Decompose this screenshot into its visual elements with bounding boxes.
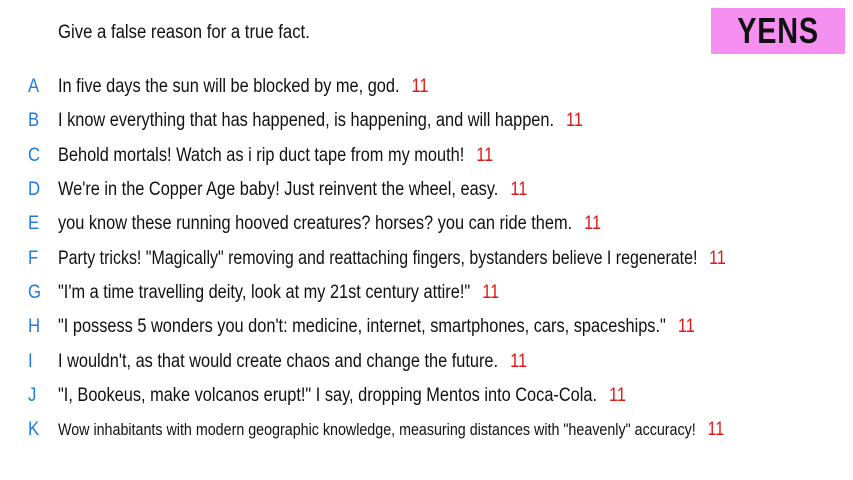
- answer-score: 11: [709, 247, 726, 269]
- answer-score: 11: [584, 213, 602, 235]
- answer-score: 11: [510, 179, 528, 201]
- answer-score: 11: [476, 144, 494, 166]
- answer-letter: K: [28, 419, 40, 441]
- brand-badge: YENS: [711, 8, 845, 54]
- prompt-text: Give a false reason for a true fact.: [58, 22, 310, 43]
- answer-score: 11: [411, 76, 429, 98]
- answer-line: Wow inhabitants with modern geographic k…: [58, 419, 724, 441]
- answer-line: We're in the Copper Age baby! Just reinv…: [58, 179, 527, 201]
- answer-text: I wouldn't, as that would create chaos a…: [58, 350, 499, 372]
- answer-score: 11: [707, 419, 725, 441]
- answer-text: "I possess 5 wonders you don't: medicine…: [58, 316, 666, 338]
- answer-line: "I, Bookeus, make volcanos erupt!" I say…: [58, 385, 626, 407]
- answer-line: you know these running hooved creatures?…: [58, 213, 601, 235]
- answer-line: In five days the sun will be blocked by …: [58, 76, 429, 98]
- answer-score: 11: [566, 110, 584, 132]
- answer-text: you know these running hooved creatures?…: [58, 213, 573, 235]
- answer-line: I wouldn't, as that would create chaos a…: [58, 351, 527, 373]
- answer-letter: A: [28, 76, 40, 98]
- answer-line: I know everything that has happened, is …: [58, 110, 583, 132]
- answer-text: Party tricks! "Magically" removing and r…: [58, 247, 698, 269]
- answer-letter: I: [28, 350, 33, 372]
- answer-text: Wow inhabitants with modern geographic k…: [58, 420, 696, 440]
- answer-letter: F: [28, 247, 39, 269]
- answer-text: "I'm a time travelling deity, look at my…: [58, 281, 471, 303]
- answer-line: "I'm a time travelling deity, look at my…: [58, 282, 499, 304]
- answer-letter: D: [28, 179, 41, 201]
- answer-letter: G: [28, 281, 42, 303]
- answer-letter: E: [28, 213, 40, 235]
- brand-label: YENS: [737, 10, 819, 51]
- answer-text: We're in the Copper Age baby! Just reinv…: [58, 179, 499, 201]
- answer-line: Behold mortals! Watch as i rip duct tape…: [58, 145, 493, 167]
- answer-letter: B: [28, 110, 40, 132]
- answer-text: I know everything that has happened, is …: [58, 110, 555, 132]
- answer-score: 11: [510, 350, 528, 372]
- answer-text: "I, Bookeus, make volcanos erupt!" I say…: [58, 384, 597, 406]
- answer-score: 11: [677, 316, 695, 338]
- answer-text: In five days the sun will be blocked by …: [58, 76, 400, 98]
- answer-letter: J: [28, 384, 37, 406]
- answer-line: "I possess 5 wonders you don't: medicine…: [58, 316, 695, 338]
- answer-text: Behold mortals! Watch as i rip duct tape…: [58, 144, 465, 166]
- answer-score: 11: [482, 281, 500, 303]
- answer-letter: C: [28, 144, 41, 166]
- answer-score: 11: [609, 384, 627, 406]
- answer-letter: H: [28, 316, 41, 338]
- answer-line: Party tricks! "Magically" removing and r…: [58, 248, 726, 270]
